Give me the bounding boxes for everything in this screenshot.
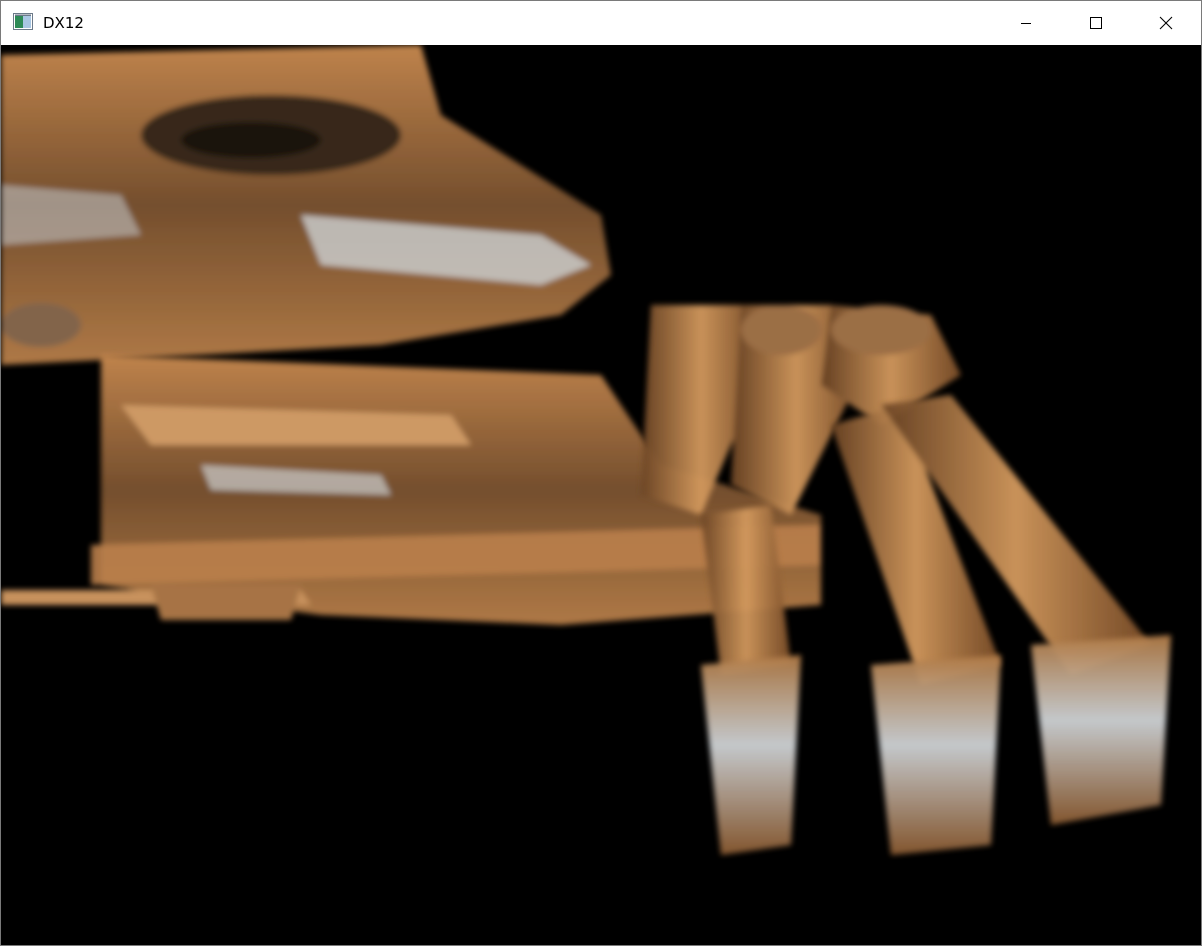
- render-viewport[interactable]: [1, 45, 1201, 945]
- maximize-button[interactable]: [1061, 1, 1131, 45]
- window-title: DX12: [43, 14, 84, 32]
- app-icon: [13, 13, 33, 31]
- rendered-model: [1, 45, 1171, 855]
- title-bar[interactable]: DX12: [1, 1, 1201, 45]
- close-button[interactable]: [1131, 1, 1201, 45]
- minimize-button[interactable]: [991, 1, 1061, 45]
- close-icon: [1159, 16, 1173, 30]
- application-window: DX12: [0, 0, 1202, 946]
- minimize-icon: [1020, 17, 1032, 29]
- maximize-icon: [1089, 16, 1103, 30]
